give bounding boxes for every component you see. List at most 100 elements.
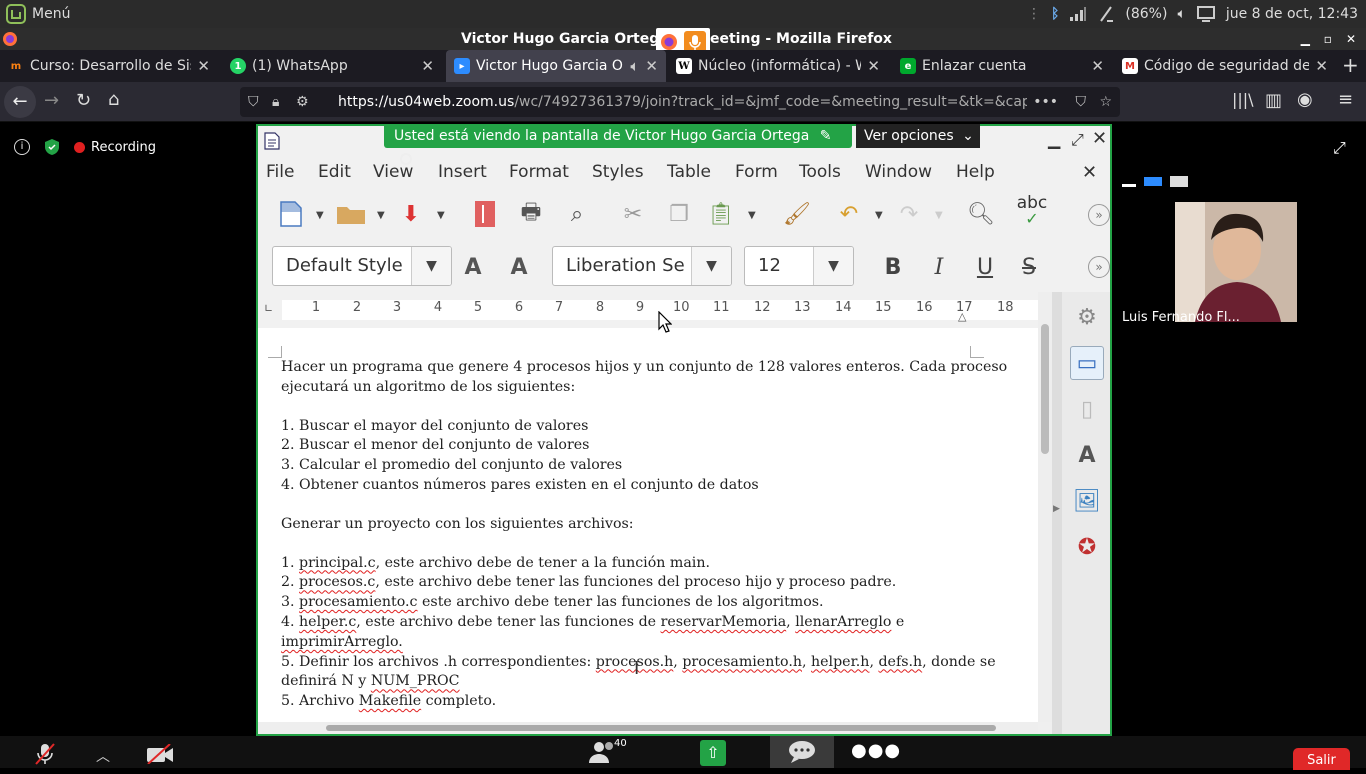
undo-icon[interactable]: ↶: [834, 199, 864, 229]
minimize-icon[interactable]: ▁: [1301, 28, 1310, 50]
menu-help[interactable]: Help: [956, 162, 995, 182]
volume-icon[interactable]: 🔈︎: [1177, 6, 1185, 22]
scrollbar-thumb[interactable]: [1041, 324, 1049, 454]
font-name-dropdown-icon[interactable]: ▼: [691, 247, 731, 285]
document-text[interactable]: Hacer un programa que genere 4 procesos …: [281, 358, 1007, 712]
reload-icon[interactable]: ↻: [76, 90, 91, 111]
tab-zoom[interactable]: ▸ Victor Hugo Garcia Or 🔈︎ ✕: [446, 50, 666, 82]
tab-wikipedia[interactable]: W Núcleo (informática) - W ✕: [668, 50, 888, 82]
font-size-box[interactable]: 12 ▼: [744, 246, 854, 286]
navigator-icon[interactable]: ✪: [1070, 530, 1104, 564]
italic-button[interactable]: I: [924, 252, 954, 282]
network-signal-icon[interactable]: [1069, 6, 1087, 22]
home-icon[interactable]: ⌂: [108, 89, 119, 110]
properties-icon[interactable]: ▭: [1070, 346, 1104, 380]
save-dropdown-arrow-icon[interactable]: ▼: [437, 210, 445, 221]
tab-gmail[interactable]: M Código de seguridad de ✕: [1114, 50, 1336, 82]
tab-stop-icon[interactable]: ∟: [264, 302, 273, 315]
new-tab-icon[interactable]: +: [1342, 53, 1359, 77]
close-tab-icon[interactable]: ✕: [867, 57, 880, 75]
permissions-icon[interactable]: ⚙: [296, 87, 309, 117]
close-document-icon[interactable]: ✕: [1082, 162, 1097, 183]
info-icon[interactable]: i: [14, 139, 30, 155]
styles-icon[interactable]: A: [1070, 438, 1104, 472]
horizontal-scrollbar[interactable]: [258, 722, 1038, 734]
strikethrough-button[interactable]: S: [1014, 252, 1044, 282]
lock-icon[interactable]: 🔒︎: [272, 87, 279, 117]
gallery-icon[interactable]: 🖼︎: [1070, 484, 1104, 518]
clone-formatting-icon[interactable]: 🖌︎: [782, 199, 812, 229]
paste-dropdown-arrow-icon[interactable]: ▼: [748, 210, 756, 221]
new-document-icon[interactable]: [276, 199, 306, 229]
vertical-scrollbar[interactable]: [1038, 292, 1052, 722]
font-size-dropdown-icon[interactable]: ▼: [813, 247, 853, 285]
paragraph-style-dropdown-icon[interactable]: ▼: [411, 247, 451, 285]
scrollbar-thumb[interactable]: [326, 725, 996, 731]
gallery-view-icon[interactable]: [1170, 176, 1188, 187]
url-bar[interactable]: ⛉ 🔒︎ ⚙ https://us04web.zoom.us/wc/749273…: [240, 87, 1120, 117]
microphone-muted-icon[interactable]: [34, 742, 56, 766]
leave-meeting-button[interactable]: Salir: [1293, 748, 1350, 770]
bluetooth-icon[interactable]: ᛒ: [1051, 6, 1059, 22]
maximize-icon[interactable]: ▫: [1324, 28, 1332, 50]
menu-file[interactable]: File: [266, 162, 294, 182]
menu-table[interactable]: Table: [667, 162, 711, 182]
view-options-button[interactable]: Ver opciones ⌄: [856, 124, 980, 148]
document-page[interactable]: Hacer un programa que genere 4 procesos …: [258, 328, 1038, 722]
close-icon[interactable]: ✕: [1346, 28, 1356, 50]
print-preview-icon[interactable]: ⌕: [562, 199, 592, 229]
cut-icon[interactable]: ✂: [618, 199, 648, 229]
toolbar-overflow-icon[interactable]: »: [1088, 256, 1110, 278]
menu-insert[interactable]: Insert: [438, 162, 487, 182]
menu-window[interactable]: Window: [865, 162, 932, 182]
undo-dropdown-arrow-icon[interactable]: ▼: [875, 210, 883, 221]
annotate-pen-icon[interactable]: ✎: [820, 128, 832, 144]
redo-icon[interactable]: ↷: [894, 199, 924, 229]
encryption-shield-icon[interactable]: [44, 138, 60, 156]
clock[interactable]: jue 8 de oct, 12:43: [1226, 6, 1358, 22]
bold-button[interactable]: B: [878, 252, 908, 282]
chat-button[interactable]: [770, 736, 834, 768]
menu-tools[interactable]: Tools: [799, 162, 841, 182]
close-tab-icon[interactable]: ✕: [421, 57, 434, 75]
close-tab-icon[interactable]: ✕: [197, 57, 210, 75]
bookmark-star-icon[interactable]: ☆: [1099, 87, 1112, 117]
open-dropdown-arrow-icon[interactable]: ▼: [377, 210, 385, 221]
menu-form[interactable]: Form: [735, 162, 778, 182]
recording-indicator[interactable]: Recording: [74, 140, 156, 155]
new-dropdown-arrow-icon[interactable]: ▼: [316, 210, 324, 221]
right-indent-marker-icon[interactable]: △: [958, 310, 966, 323]
sidebar-settings-icon[interactable]: ⚙: [1070, 300, 1104, 334]
update-style-icon[interactable]: A: [458, 252, 488, 282]
pocket-icon[interactable]: ⛉: [1076, 87, 1087, 117]
close-tab-icon[interactable]: ✕: [1091, 57, 1104, 75]
video-off-icon[interactable]: [146, 744, 174, 764]
more-options-icon[interactable]: ●●●: [851, 740, 901, 761]
menu-styles[interactable]: Styles: [592, 162, 644, 182]
open-folder-icon[interactable]: [336, 199, 366, 229]
page-actions-icon[interactable]: •••: [1027, 87, 1058, 117]
paragraph-style-box[interactable]: Default Style ▼: [272, 246, 452, 286]
battery-icon[interactable]: [1097, 5, 1115, 23]
menu-edit[interactable]: Edit: [318, 162, 351, 182]
chevron-up-icon[interactable]: ︿: [96, 746, 110, 766]
redo-dropdown-arrow-icon[interactable]: ▼: [935, 210, 943, 221]
fullscreen-icon[interactable]: ⤢: [1333, 138, 1346, 158]
writer-close-icon[interactable]: ✕: [1092, 128, 1107, 149]
close-tab-icon[interactable]: ✕: [1315, 57, 1328, 75]
speaker-icon[interactable]: 🔈︎: [630, 57, 639, 75]
account-icon[interactable]: ◉: [1297, 89, 1313, 110]
forward-arrow-icon[interactable]: →: [44, 90, 59, 111]
new-style-icon[interactable]: A: [504, 252, 534, 282]
close-tab-icon[interactable]: ✕: [645, 57, 658, 75]
shield-icon[interactable]: ⛉: [248, 87, 259, 117]
tab-whatsapp[interactable]: 1 (1) WhatsApp ✕: [222, 50, 442, 82]
monitor-icon[interactable]: [1196, 5, 1216, 23]
print-icon[interactable]: 🖶︎: [516, 199, 546, 229]
export-pdf-icon[interactable]: [470, 199, 500, 229]
system-menu-button[interactable]: Menú: [6, 0, 70, 28]
speaker-view-icon[interactable]: [1144, 177, 1162, 186]
toolbar-overflow-icon[interactable]: »: [1088, 204, 1110, 226]
writer-maximize-icon[interactable]: ⤢: [1071, 130, 1084, 150]
back-button[interactable]: ←: [4, 86, 36, 118]
